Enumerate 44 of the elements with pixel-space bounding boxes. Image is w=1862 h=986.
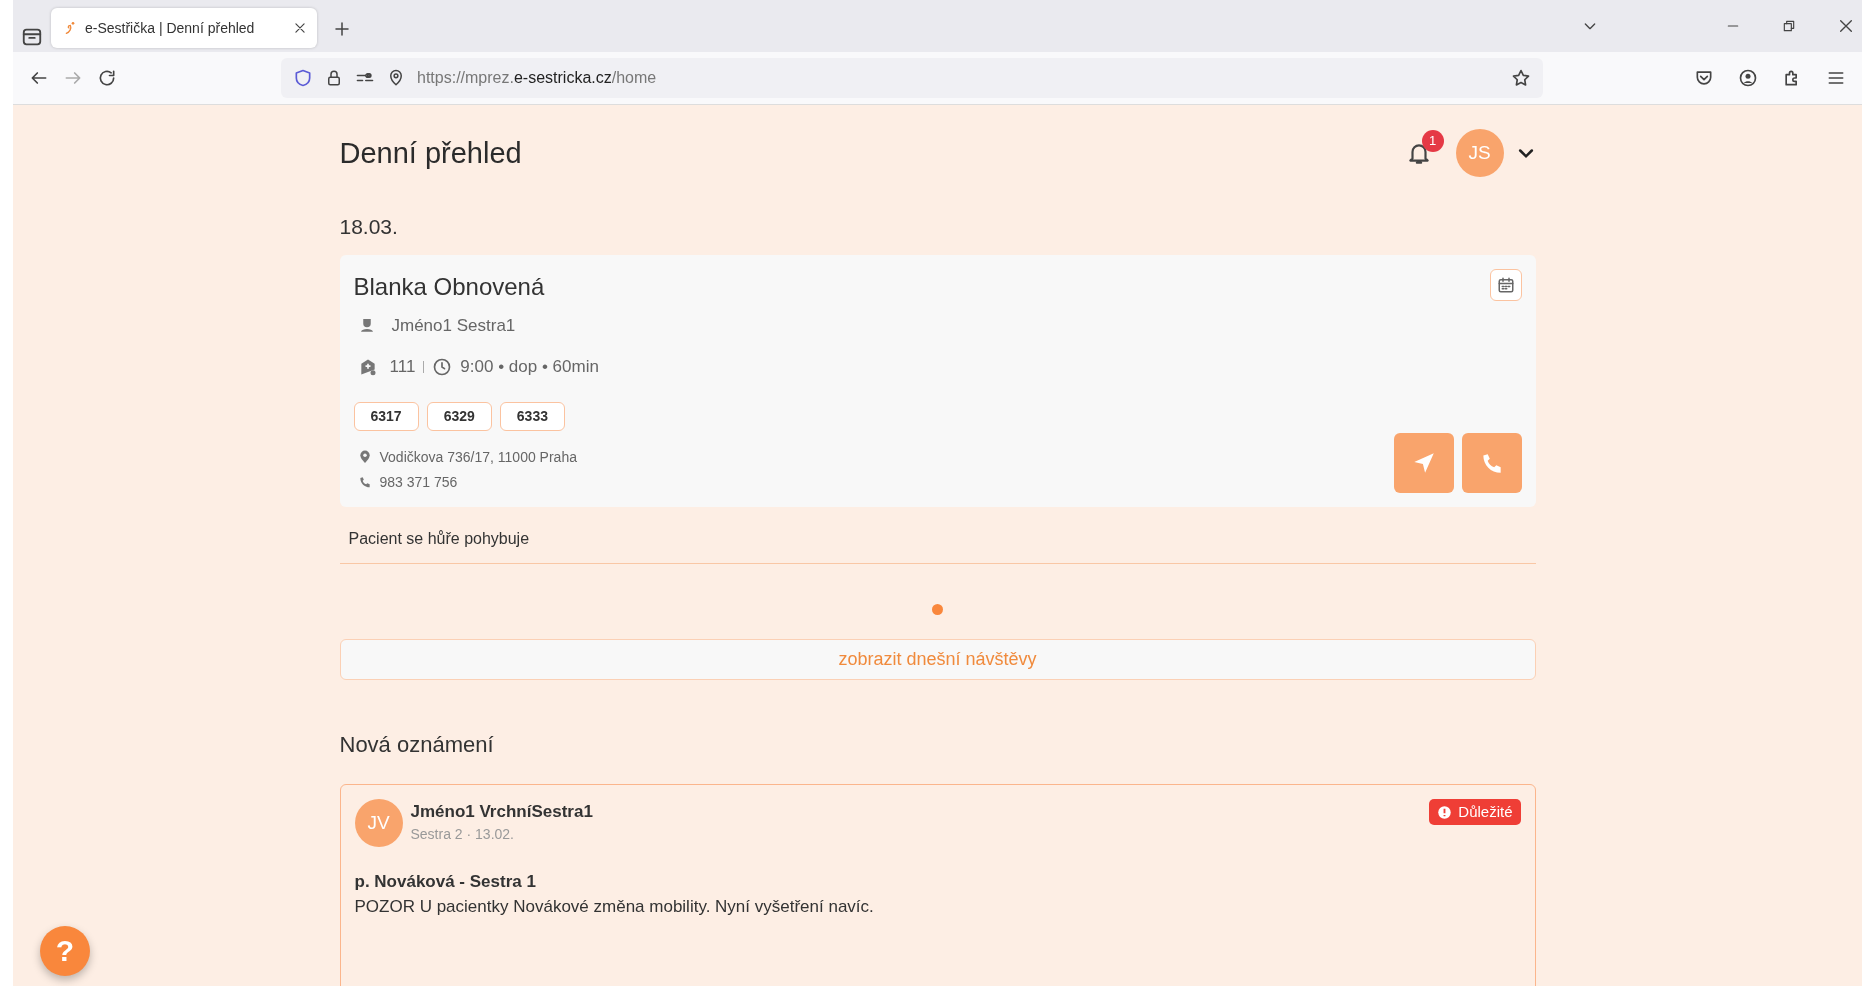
clock-icon — [432, 356, 453, 377]
notification-count: 1 — [1421, 130, 1444, 152]
room-number: 111 — [389, 356, 416, 378]
browser-tab[interactable]: e-Sestřička | Denní přehled — [51, 8, 317, 48]
shield-icon[interactable] — [293, 68, 313, 88]
visit-card[interactable]: Blanka Obnovená Jméno1 Sestra1 111 9:00 • dop • 60min 6317 6329 6333 Vodičkova 736/17, 11000 Praha 983 371 756 — [339, 254, 1536, 507]
new-tab-icon[interactable] — [333, 20, 351, 38]
badge-label: Důležité — [1458, 801, 1513, 822]
announcement-meta: Sestra 2 · 13.02. — [410, 825, 515, 845]
section-title: Nová oznámení — [339, 731, 495, 758]
pocket-icon[interactable] — [1694, 68, 1714, 88]
address-text: Vodičkova 736/17, 11000 Praha — [379, 447, 577, 467]
calendar-button[interactable] — [1489, 268, 1522, 301]
date-heading: 18.03. — [339, 214, 399, 240]
calendar-icon — [1496, 275, 1515, 294]
visit-note: Pacient se hůře pohybuje — [339, 506, 1536, 564]
alert-icon — [1437, 804, 1453, 820]
author-name: Jméno1 VrchníSestra1 — [410, 800, 594, 823]
page-title: Denní přehled — [339, 135, 523, 171]
reload-icon[interactable] — [97, 68, 117, 88]
star-icon[interactable] — [1511, 68, 1531, 88]
nurse-name: Jméno1 Sestra1 — [391, 314, 516, 337]
carousel-dot[interactable] — [932, 603, 943, 615]
phone-number: 983 371 756 — [379, 472, 458, 492]
lock-icon[interactable] — [325, 69, 343, 87]
location-pin-icon — [357, 450, 372, 464]
url-text: https://mprez.e-sestricka.cz/home — [417, 68, 658, 88]
close-icon[interactable] — [293, 21, 307, 35]
code-tag: 6317 — [353, 401, 419, 431]
location-pin-icon[interactable] — [387, 69, 405, 87]
phone-icon — [357, 475, 372, 489]
restore-icon[interactable] — [1782, 19, 1796, 33]
close-icon[interactable] — [1838, 18, 1854, 34]
announcement-text: POZOR U pacientky Novákové změna mobility. Nyní vyšetření navíc. — [354, 896, 875, 919]
visit-time: 9:00 • dop • 60min — [460, 356, 599, 378]
address-bar[interactable]: https://mprez.e-sestricka.cz/home — [281, 58, 1543, 98]
tab-list-icon[interactable] — [21, 26, 43, 48]
code-tag: 6333 — [499, 401, 565, 431]
author-avatar: JV — [354, 798, 403, 847]
patient-name: Blanka Obnovená — [353, 271, 545, 302]
announcement-title: p. Nováková - Sestra 1 — [354, 870, 537, 893]
code-tag: 6329 — [426, 401, 492, 431]
tab-title: e-Sestřička | Denní přehled — [85, 18, 256, 38]
account-icon[interactable] — [1738, 68, 1758, 88]
